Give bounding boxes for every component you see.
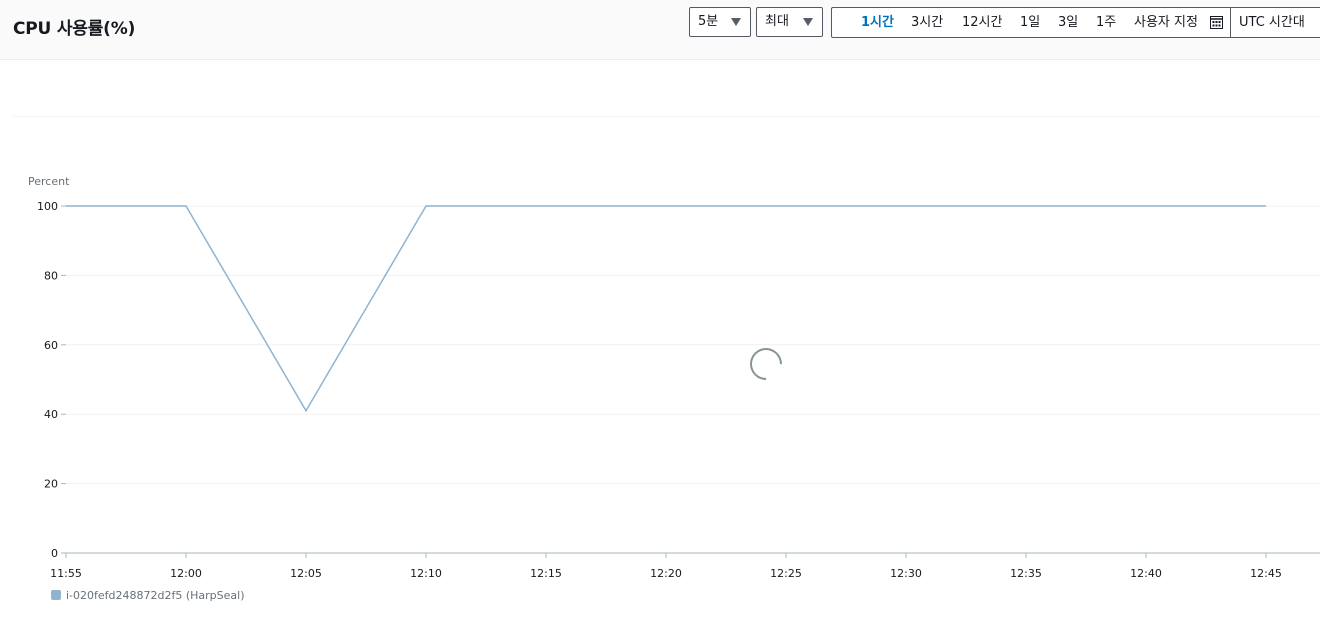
- y-tick-label: 100: [37, 200, 58, 213]
- y-axis-label: Percent: [28, 175, 70, 188]
- series-line: [66, 205, 1266, 413]
- x-tick-label: 11:55: [50, 567, 82, 580]
- legend-swatch: [51, 590, 61, 600]
- legend-label: i-020fefd248872d2f5 (HarpSeal): [66, 589, 245, 602]
- y-tick-label: 20: [44, 478, 58, 491]
- x-tick-label: 12:45: [1250, 567, 1282, 580]
- x-tick-label: 12:35: [1010, 567, 1042, 580]
- y-tick-label: 60: [44, 339, 58, 352]
- x-tick-label: 12:25: [770, 567, 802, 580]
- x-tick-label: 12:30: [890, 567, 922, 580]
- y-tick-label: 40: [44, 408, 58, 421]
- cpu-line-chart: Percent 0 20 40 60 80 100 11:55 12:00 12:05 12:10 1…: [28, 175, 1320, 580]
- x-tick-label: 12:15: [530, 567, 562, 580]
- x-tick-label: 12:10: [410, 567, 442, 580]
- y-tick-label: 80: [44, 269, 58, 282]
- x-tick-label: 12:20: [650, 567, 682, 580]
- x-tick-label: 12:05: [290, 567, 322, 580]
- x-tick-label: 12:40: [1130, 567, 1162, 580]
- y-tick-label: 0: [51, 547, 58, 560]
- x-tick-label: 12:00: [170, 567, 202, 580]
- legend-item[interactable]: i-020fefd248872d2f5 (HarpSeal): [51, 589, 245, 602]
